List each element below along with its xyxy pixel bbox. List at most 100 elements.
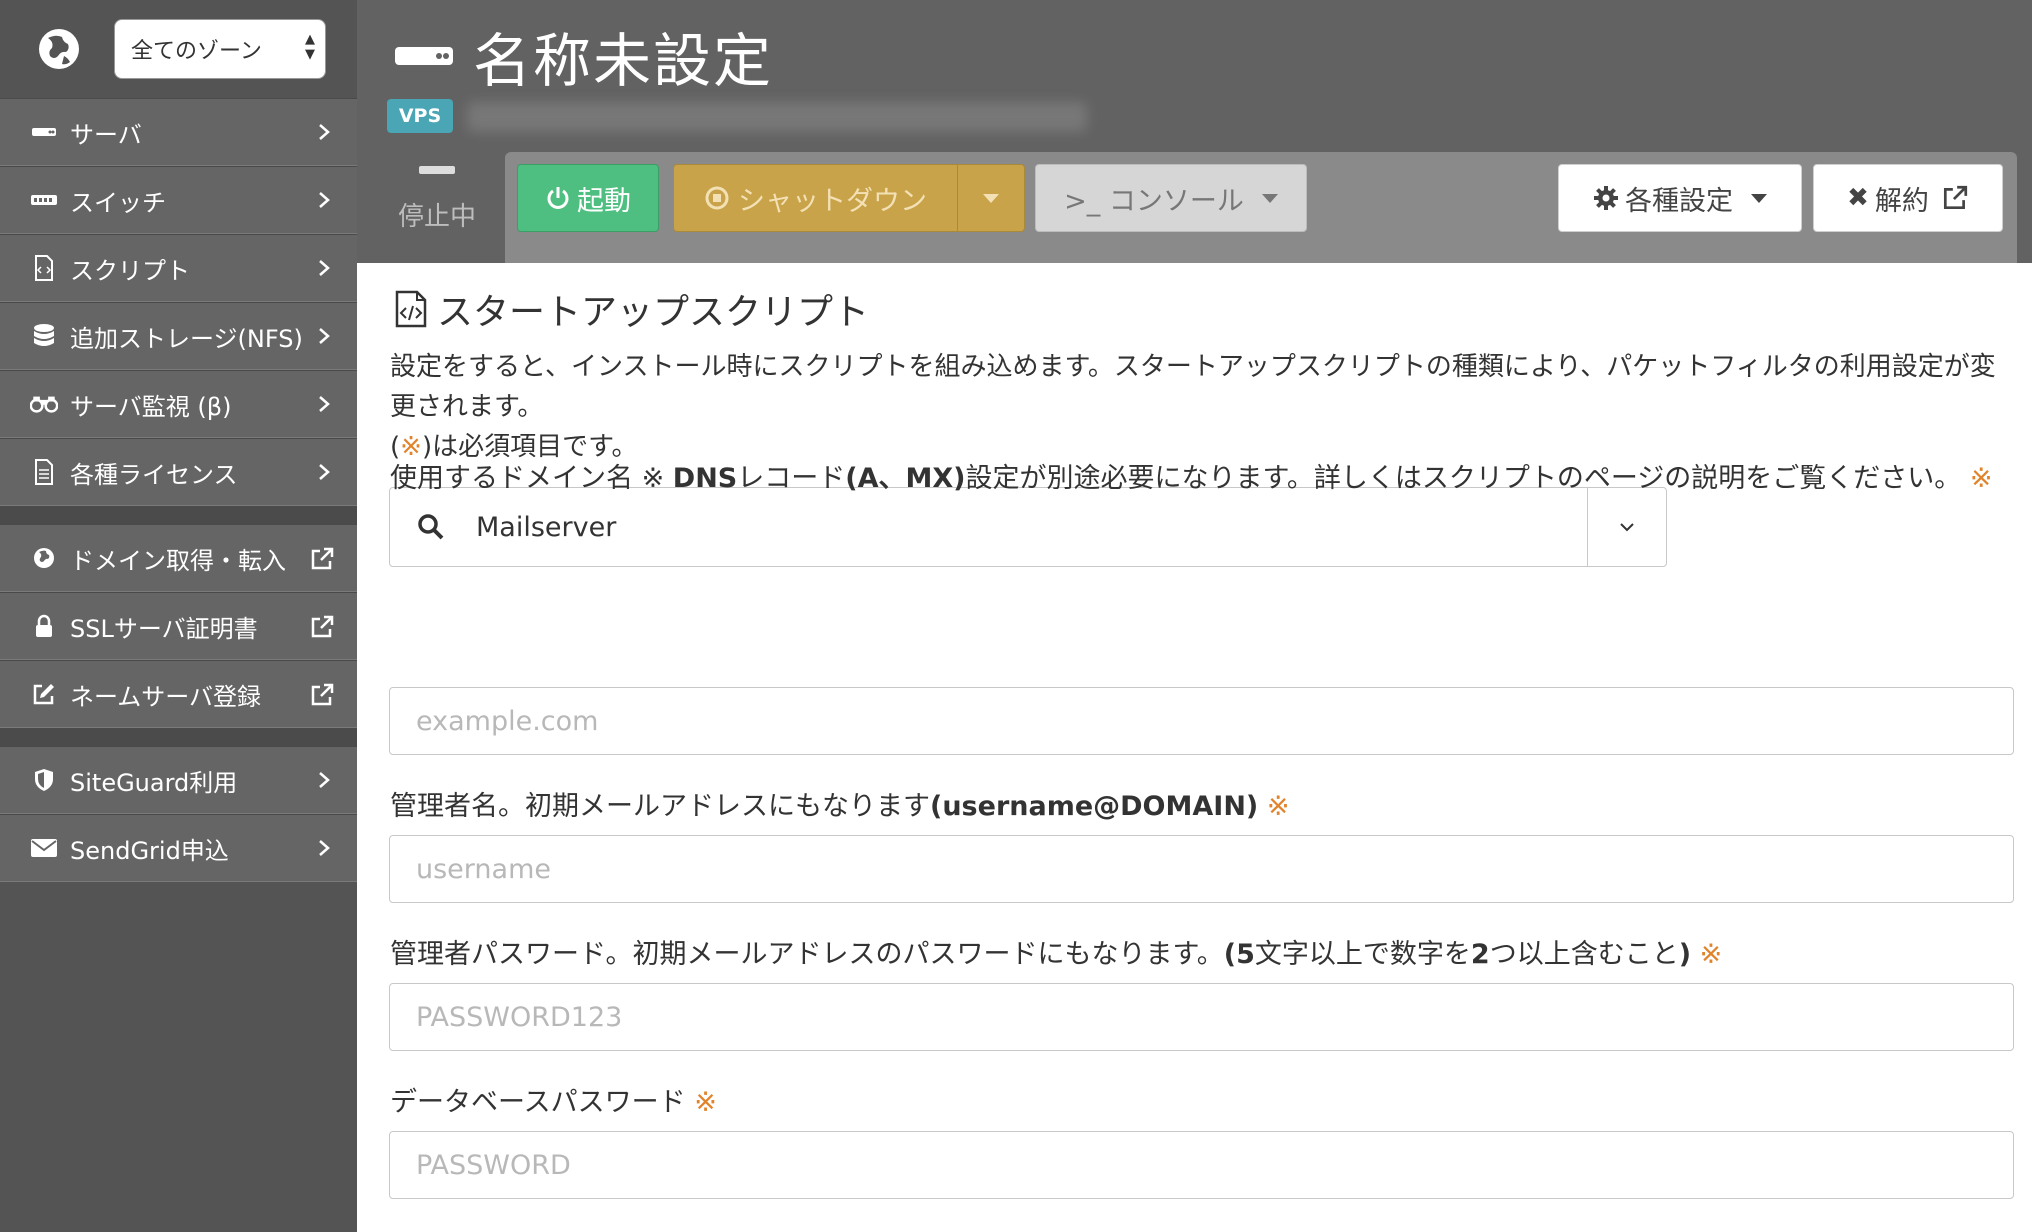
- sidebar-item-sendgrid[interactable]: SendGrid申込: [0, 814, 357, 882]
- sidebar-item-switch[interactable]: スイッチ: [0, 166, 357, 234]
- script-icon: [30, 254, 58, 282]
- close-icon: ✖: [1847, 183, 1869, 213]
- redacted-server-info: [467, 102, 1087, 132]
- script-select[interactable]: Mailserver: [389, 487, 1667, 567]
- sidebar-item-license[interactable]: 各種ライセンス: [0, 438, 357, 506]
- label-bold: DNS: [672, 463, 738, 494]
- page-title: 名称未設定: [473, 27, 774, 95]
- description: 設定をすると、インストール時にスクリプトを組み込めます。スタートアップスクリプト…: [390, 347, 2010, 467]
- db-password-input[interactable]: [389, 1131, 2014, 1199]
- document-icon: [30, 458, 58, 486]
- label-text: 使用するドメイン名 ※: [390, 463, 673, 494]
- label-bold: ): [1678, 939, 1692, 970]
- cancel-button-label: 解約: [1874, 185, 1929, 217]
- required-mark: ※: [1699, 939, 1723, 970]
- label-text: 管理者パスワード。初期メールアドレスのパスワードにもなります。: [390, 939, 1224, 970]
- chevron-right-icon: [319, 124, 330, 140]
- required-mark: ※: [400, 432, 422, 462]
- domain-input[interactable]: [389, 687, 2014, 755]
- domain-field-label: 使用するドメイン名 ※ DNSレコード(A、MX)設定が別途必要になります。詳し…: [390, 459, 2010, 499]
- database-icon: [30, 322, 58, 350]
- chevron-right-icon: [319, 840, 330, 856]
- sidebar-item-label: ネームサーバ登録: [70, 682, 262, 711]
- status-text: 停止中: [397, 202, 476, 232]
- label-text: データベースパスワード: [390, 1087, 695, 1118]
- server-icon: [30, 118, 58, 146]
- shutdown-button-label: シャットダウン: [738, 185, 927, 217]
- shield-icon: [30, 766, 58, 794]
- label-text: 設定が別途必要になります。詳しくはスクリプトのページの説明をご覧ください。: [965, 463, 1970, 494]
- caret-down-icon: [983, 193, 999, 203]
- sidebar-item-ssl[interactable]: SSLサーバ証明書: [0, 592, 357, 660]
- sidebar-item-nameserver[interactable]: ネームサーバ登録: [0, 660, 357, 728]
- sidebar-item-label: SendGrid申込: [70, 836, 229, 865]
- start-button[interactable]: 起動: [517, 164, 659, 232]
- external-link-icon: [311, 683, 334, 706]
- sidebar-item-nfs[interactable]: 追加ストレージ(NFS): [0, 302, 357, 370]
- label-text: 管理者名。初期メールアドレスにもなります: [390, 791, 930, 822]
- label-text: つ以上含むこと: [1489, 939, 1679, 970]
- divider: [0, 506, 357, 524]
- zone-select[interactable]: 全てのゾーン ▲ ▼: [114, 19, 326, 79]
- globe-icon: [30, 544, 58, 572]
- select-arrows-icon: ▲ ▼: [305, 32, 315, 62]
- sidebar-item-monitor[interactable]: サーバ監視 (β): [0, 370, 357, 438]
- label-text: 文字以上で数字を: [1254, 939, 1471, 970]
- label-bold: (username@DOMAIN): [930, 791, 1259, 822]
- caret-down-icon: [1261, 193, 1278, 203]
- admin-password-input[interactable]: [389, 983, 2014, 1051]
- switch-icon: [30, 186, 58, 214]
- sidebar-item-siteguard[interactable]: SiteGuard利用: [0, 746, 357, 814]
- power-icon: [547, 187, 569, 209]
- label-bold: (A、MX): [845, 463, 966, 494]
- admin-name-field-label: 管理者名。初期メールアドレスにもなります(username@DOMAIN) ※: [390, 787, 2010, 827]
- sidebar-item-label: 各種ライセンス: [70, 460, 238, 489]
- console-button-label: >_ コンソール: [1064, 185, 1244, 217]
- admin-name-input[interactable]: [389, 835, 2014, 903]
- sidebar-item-label: スイッチ: [70, 188, 166, 217]
- sidebar: 全てのゾーン ▲ ▼ サーバ スイッチ スクリプト 追加ストレージ(NFS) サー…: [0, 0, 357, 1232]
- zone-bar: 全てのゾーン ▲ ▼: [0, 0, 357, 98]
- section-title-text: スタートアップスクリプト: [437, 292, 870, 333]
- cancel-contract-button[interactable]: ✖ 解約: [1813, 164, 2003, 232]
- description-text: 設定をすると、インストール時にスクリプトを組み込めます。スタートアップスクリプト…: [390, 352, 1996, 422]
- external-link-icon: [1943, 185, 1968, 210]
- shutdown-button[interactable]: シャットダウン: [673, 164, 958, 232]
- gear-icon: [1594, 186, 1618, 210]
- sidebar-item-script[interactable]: スクリプト: [0, 234, 357, 302]
- vps-badge: VPS: [387, 99, 453, 133]
- settings-button[interactable]: 各種設定: [1558, 164, 1802, 232]
- search-icon: [418, 514, 444, 540]
- sidebar-item-label: SSLサーバ証明書: [70, 614, 258, 643]
- sidebar-item-label: サーバ: [70, 120, 142, 149]
- required-mark: ※: [1969, 463, 1993, 494]
- zone-select-value: 全てのゾーン: [131, 39, 262, 64]
- sidebar-item-label: 追加ストレージ(NFS): [70, 324, 303, 353]
- server-icon: [395, 47, 453, 65]
- console-button[interactable]: >_ コンソール: [1035, 164, 1307, 232]
- script-icon: [395, 290, 427, 328]
- edit-icon: [30, 680, 58, 708]
- sidebar-item-label: ドメイン取得・転入: [70, 546, 286, 575]
- sidebar-item-server[interactable]: サーバ: [0, 98, 357, 166]
- divider: [0, 728, 357, 746]
- label-bold: 2: [1470, 939, 1490, 970]
- sidebar-item-domain[interactable]: ドメイン取得・転入: [0, 524, 357, 592]
- chevron-right-icon: [319, 328, 330, 344]
- external-link-icon: [311, 547, 334, 570]
- required-note-suffix: )は必須項目です。: [421, 432, 638, 462]
- envelope-icon: [30, 834, 58, 862]
- sidebar-item-label: SiteGuard利用: [70, 768, 238, 797]
- stop-icon: [705, 186, 729, 210]
- label-bold: (5: [1223, 939, 1255, 970]
- chevron-right-icon: [319, 396, 330, 412]
- start-button-label: 起動: [577, 185, 631, 217]
- script-select-toggle[interactable]: [1587, 488, 1666, 566]
- label-text: [1258, 791, 1267, 822]
- chevron-right-icon: [319, 260, 330, 276]
- shutdown-dropdown-button[interactable]: [957, 164, 1025, 232]
- chevron-right-icon: [319, 772, 330, 788]
- chevron-right-icon: [319, 464, 330, 480]
- admin-password-field-label: 管理者パスワード。初期メールアドレスのパスワードにもなります。(5文字以上で数字…: [390, 935, 2010, 975]
- chevron-down-icon: [1620, 523, 1634, 532]
